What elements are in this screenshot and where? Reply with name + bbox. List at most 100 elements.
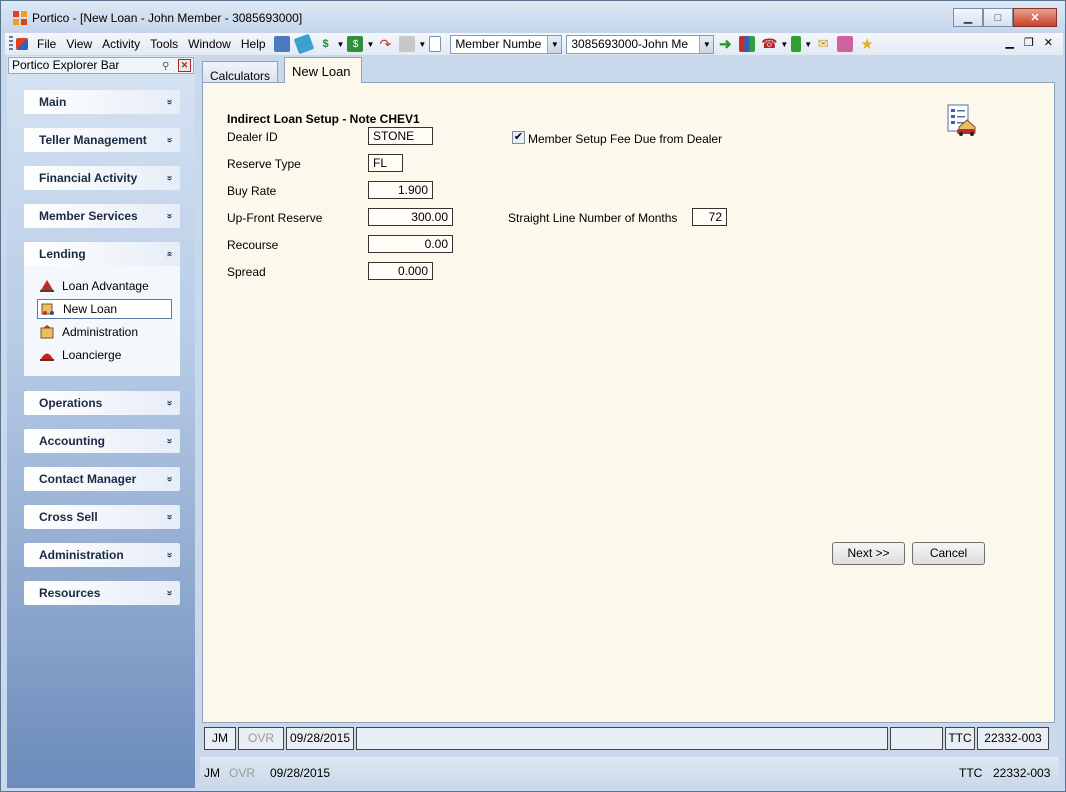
explorer-group-contact-manager[interactable]: Contact Manager » [24, 467, 180, 491]
tab-calculators[interactable]: Calculators [202, 61, 278, 83]
chevron-down-icon[interactable]: » [157, 175, 181, 181]
status-date: 09/28/2015 [286, 726, 354, 750]
lending-item-new-loan[interactable]: New Loan [37, 299, 172, 319]
item-label: Loancierge [62, 348, 122, 362]
explorer-group-accounting[interactable]: Accounting » [24, 429, 180, 453]
buy-rate-field[interactable]: 1.900 [368, 181, 433, 199]
gift-icon[interactable] [837, 36, 854, 52]
portico-menu-icon[interactable] [16, 38, 28, 50]
dollar-icon[interactable]: $ [318, 36, 334, 52]
spread-field[interactable]: 0.000 [368, 262, 433, 280]
cash-icon[interactable]: $ [347, 36, 364, 52]
dropdown-arrow-icon[interactable]: ▼ [418, 40, 426, 49]
loan-advantage-icon [40, 280, 54, 292]
document-icon[interactable] [429, 36, 442, 52]
chevron-down-icon[interactable]: » [157, 476, 181, 482]
dealer-id-field[interactable]: STONE [368, 127, 433, 145]
transfer-arrow-icon[interactable]: ↷ [377, 36, 393, 52]
dropdown-arrow-icon[interactable]: ▼ [804, 40, 812, 49]
chevron-down-icon[interactable]: » [157, 438, 181, 444]
explorer-group-member-services[interactable]: Member Services » [24, 204, 180, 228]
lending-item-loan-advantage[interactable]: Loan Advantage [37, 276, 172, 296]
title-bar[interactable]: Portico - [New Loan - John Member - 3085… [1, 1, 1065, 33]
loan-checklist-icon [947, 104, 976, 136]
explorer-group-resources[interactable]: Resources » [24, 581, 180, 605]
dropdown-arrow-icon[interactable]: ▼ [366, 40, 374, 49]
chevron-down-icon[interactable]: » [157, 137, 181, 143]
battery-icon[interactable] [791, 36, 802, 52]
explorer-group-teller-management[interactable]: Teller Management » [24, 128, 180, 152]
mdi-minimize-button[interactable]: ▁ [1005, 36, 1013, 49]
menu-tools[interactable]: Tools [145, 37, 183, 51]
outer-status-bar: JM OVR 09/28/2015 TTC 22332-003 [200, 757, 1059, 787]
chevron-down-icon[interactable]: ▼ [699, 35, 714, 53]
print-icon[interactable] [399, 36, 416, 52]
mdi-restore-button[interactable]: ❐ [1024, 36, 1034, 49]
chevron-down-icon[interactable]: » [157, 552, 181, 558]
tab-new-loan[interactable]: New Loan [284, 57, 362, 83]
group-label: Contact Manager [39, 472, 137, 486]
toolbar-grip[interactable] [9, 36, 13, 52]
buy-rate-label: Buy Rate [227, 184, 277, 198]
recourse-field[interactable]: 0.00 [368, 235, 453, 253]
explorer-header: Portico Explorer Bar ⚲ ✕ [8, 57, 194, 74]
outer-status-ttc: TTC [959, 766, 983, 780]
window-controls: ▁ □ ✕ [953, 8, 1057, 27]
explorer-group-main[interactable]: Main » [24, 90, 180, 114]
outer-status-ovr: OVR [229, 766, 256, 780]
explorer-group-administration[interactable]: Administration » [24, 543, 180, 567]
lending-item-loancierge[interactable]: Loancierge [37, 345, 172, 365]
group-label: Resources [39, 586, 101, 600]
close-button[interactable]: ✕ [1013, 8, 1057, 27]
maximize-button[interactable]: □ [983, 8, 1013, 27]
star-icon[interactable]: ★ [859, 36, 875, 53]
next-button[interactable]: Next >> [832, 542, 905, 565]
search-type-select[interactable]: Member Numbe ▼ [450, 34, 563, 54]
pin-icon[interactable]: ⚲ [162, 59, 175, 72]
close-icon[interactable]: ✕ [178, 59, 191, 72]
straight-line-months-field[interactable]: 72 [692, 208, 727, 226]
mdi-close-button[interactable]: ✕ [1044, 36, 1053, 49]
up-front-reserve-field[interactable]: 300.00 [368, 208, 453, 226]
chevron-up-icon[interactable]: « [157, 251, 181, 257]
go-arrow-icon[interactable]: ➜ [717, 36, 733, 53]
outer-status-date: 09/28/2015 [270, 766, 331, 780]
chevron-down-icon[interactable]: » [157, 514, 181, 520]
member-setup-fee-checkbox[interactable]: ✔ [512, 131, 525, 144]
menu-activity[interactable]: Activity [97, 37, 145, 51]
books-icon[interactable] [739, 36, 756, 52]
explorer-group-cross-sell[interactable]: Cross Sell » [24, 505, 180, 529]
member-select[interactable]: 3085693000-John Me ▼ [566, 34, 715, 54]
card-icon[interactable] [293, 33, 314, 55]
mdi-controls: ▁ ❐ ✕ [1005, 36, 1053, 49]
mail-icon[interactable]: ✉ [815, 36, 831, 52]
chevron-down-icon[interactable]: » [157, 213, 181, 219]
explorer-group-lending[interactable]: Lending « [24, 242, 180, 266]
chevron-down-icon[interactable]: » [157, 400, 181, 406]
group-label: Teller Management [39, 133, 147, 147]
dropdown-arrow-icon[interactable]: ▼ [780, 40, 788, 49]
menu-file[interactable]: File [32, 37, 61, 51]
member-lookup-icon[interactable] [273, 36, 290, 52]
chevron-down-icon[interactable]: » [157, 590, 181, 596]
reserve-type-field[interactable]: FL [368, 154, 403, 172]
search-type-value: Member Numbe [455, 37, 542, 51]
cancel-button[interactable]: Cancel [912, 542, 985, 565]
app-window: Portico - [New Loan - John Member - 3085… [0, 0, 1066, 792]
loancierge-icon [40, 353, 54, 361]
minimize-button[interactable]: ▁ [953, 8, 983, 27]
lending-group-body: Loan Advantage New Loan Administration L… [24, 266, 180, 376]
group-label: Accounting [39, 434, 105, 448]
status-user: JM [204, 726, 236, 750]
menu-view[interactable]: View [61, 37, 97, 51]
dropdown-arrow-icon[interactable]: ▼ [337, 40, 345, 49]
chevron-down-icon[interactable]: ▼ [547, 35, 562, 53]
status-branch: 22332-003 [977, 726, 1049, 750]
lending-item-administration[interactable]: Administration [37, 322, 172, 342]
menu-help[interactable]: Help [236, 37, 271, 51]
phone-icon[interactable]: ☎ [761, 36, 777, 52]
explorer-group-financial-activity[interactable]: Financial Activity » [24, 166, 180, 190]
menu-window[interactable]: Window [183, 37, 236, 51]
chevron-down-icon[interactable]: » [157, 99, 181, 105]
explorer-group-operations[interactable]: Operations » [24, 391, 180, 415]
